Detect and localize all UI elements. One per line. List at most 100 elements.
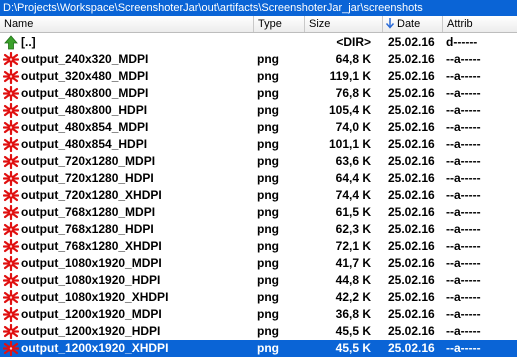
file-date: 25.02.16 — [388, 137, 435, 151]
file-name: output_1200x1920_XHDPI — [21, 341, 169, 355]
file-name: output_768x1280_HDPI — [21, 222, 154, 236]
file-row[interactable]: output_768x1280_MDPI png 61,5 K 25.02.16 --a… — [0, 204, 517, 221]
file-name: output_768x1280_MDPI — [21, 205, 156, 219]
current-path-bar[interactable]: D:\Projects\Workspace\ScreenshoterJar\ou… — [0, 0, 517, 16]
file-size: 62,3 K — [335, 222, 371, 236]
file-icon-cell — [3, 204, 19, 221]
column-header-type[interactable]: Type — [254, 16, 305, 32]
file-date: 25.02.16 — [388, 307, 435, 321]
file-type: png — [257, 205, 279, 219]
file-attrib: --a----- — [446, 205, 481, 219]
image-file-icon — [3, 120, 19, 135]
file-size: 105,4 K — [328, 103, 371, 117]
file-row[interactable]: output_320x480_MDPI png 119,1 K 25.02.16 --a… — [0, 68, 517, 85]
file-row[interactable]: output_480x800_HDPI png 105,4 K 25.02.16 --a… — [0, 102, 517, 119]
file-size: 64,8 K — [335, 52, 371, 66]
file-size: 119,1 K — [329, 69, 371, 83]
file-date: 25.02.16 — [388, 86, 435, 100]
file-date: 25.02.16 — [388, 35, 435, 49]
column-header-attrib[interactable]: Attrib — [443, 16, 517, 32]
file-row[interactable]: output_1080x1920_MDPI png 41,7 K 25.02.16 --… — [0, 255, 517, 272]
file-attrib: --a----- — [446, 86, 481, 100]
file-date: 25.02.16 — [388, 290, 435, 304]
file-name: output_480x854_HDPI — [21, 137, 148, 151]
file-type: png — [257, 86, 279, 100]
file-type: png — [257, 171, 279, 185]
image-file-icon — [3, 154, 19, 169]
file-type: png — [257, 324, 279, 338]
file-attrib: --a----- — [446, 52, 481, 66]
file-type: png — [257, 307, 279, 321]
file-row[interactable]: output_1200x1920_HDPI png 45,5 K 25.02.16 --… — [0, 323, 517, 340]
file-size: 64,4 K — [335, 171, 371, 185]
file-date: 25.02.16 — [388, 188, 435, 202]
file-name: output_480x854_MDPI — [21, 120, 149, 134]
file-date: 25.02.16 — [388, 120, 435, 134]
image-file-icon — [3, 137, 19, 152]
file-name: output_720x1280_HDPI — [21, 171, 154, 185]
file-row[interactable]: output_1200x1920_MDPI png 36,8 K 25.02.16 --… — [0, 306, 517, 323]
image-file-icon — [3, 171, 19, 186]
file-size: 74,0 K — [335, 120, 371, 134]
column-header-date-label: Date — [397, 18, 421, 30]
file-icon-cell — [3, 221, 19, 238]
file-row[interactable]: output_720x1280_XHDPI png 74,4 K 25.02.16 --… — [0, 187, 517, 204]
file-row[interactable]: output_1080x1920_HDPI png 44,8 K 25.02.16 --… — [0, 272, 517, 289]
file-row[interactable]: output_480x854_MDPI png 74,0 K 25.02.16 --a-… — [0, 119, 517, 136]
file-size: 63,6 K — [335, 154, 371, 168]
file-type: png — [257, 239, 279, 253]
file-row[interactable]: output_480x854_HDPI png 101,1 K 25.02.16 --a… — [0, 136, 517, 153]
file-row[interactable]: output_768x1280_HDPI png 62,3 K 25.02.16 --a… — [0, 221, 517, 238]
file-attrib: --a----- — [446, 341, 481, 355]
file-size: 61,5 K — [335, 205, 371, 219]
file-size: 74,4 K — [335, 188, 371, 202]
file-size: 44,8 K — [335, 273, 371, 287]
file-name: output_1200x1920_HDPI — [21, 324, 161, 338]
image-file-icon — [3, 103, 19, 118]
file-attrib: --a----- — [446, 307, 481, 321]
file-date: 25.02.16 — [388, 256, 435, 270]
file-icon-cell — [3, 187, 19, 204]
file-attrib: --a----- — [446, 256, 481, 270]
file-attrib: --a----- — [446, 137, 481, 151]
file-date: 25.02.16 — [388, 273, 435, 287]
file-icon-cell — [3, 170, 19, 187]
file-attrib: --a----- — [446, 69, 481, 83]
file-type: png — [257, 69, 279, 83]
column-header-name[interactable]: Name — [0, 16, 254, 32]
file-date: 25.02.16 — [388, 205, 435, 219]
file-row[interactable]: output_1080x1920_XHDPI png 42,2 K 25.02.16-… — [0, 289, 517, 306]
image-file-icon — [3, 273, 19, 288]
file-type: png — [257, 290, 279, 304]
image-file-icon — [3, 324, 19, 339]
column-header-size[interactable]: Size — [305, 16, 383, 32]
file-icon-cell — [3, 289, 19, 306]
column-header-date[interactable]: Date — [383, 16, 443, 32]
file-attrib: --a----- — [446, 324, 481, 338]
file-date: 25.02.16 — [388, 222, 435, 236]
file-icon-cell — [3, 272, 19, 289]
file-date: 25.02.16 — [388, 324, 435, 338]
file-type: png — [257, 188, 279, 202]
file-size: 45,5 K — [335, 324, 371, 338]
file-row[interactable]: output_240x320_MDPI png 64,8 K 25.02.16 --a-… — [0, 51, 517, 68]
file-row-selected[interactable]: output_1200x1920_XHDPI png 45,5 K 25.02.16-… — [0, 340, 517, 357]
file-icon-cell — [3, 68, 19, 85]
file-row[interactable]: output_720x1280_MDPI png 63,6 K 25.02.16 --a… — [0, 153, 517, 170]
file-row[interactable]: output_480x800_MDPI png 76,8 K 25.02.16 --a-… — [0, 85, 517, 102]
file-size: 41,7 K — [335, 256, 371, 270]
file-type: png — [257, 222, 279, 236]
file-date: 25.02.16 — [388, 69, 435, 83]
file-row[interactable]: output_720x1280_HDPI png 64,4 K 25.02.16 --a… — [0, 170, 517, 187]
file-date: 25.02.16 — [388, 52, 435, 66]
file-icon-cell — [3, 51, 19, 68]
file-date: 25.02.16 — [388, 239, 435, 253]
file-size: 36,8 K — [335, 307, 371, 321]
image-file-icon — [3, 69, 19, 84]
file-icon-cell — [3, 340, 19, 357]
file-name: output_480x800_HDPI — [21, 103, 148, 117]
file-row[interactable]: output_768x1280_XHDPI png 72,1 K 25.02.16 --… — [0, 238, 517, 255]
image-file-icon — [3, 86, 19, 101]
file-attrib: --a----- — [446, 154, 481, 168]
file-row[interactable]: [..] <DIR> 25.02.16 d------ — [0, 34, 517, 51]
